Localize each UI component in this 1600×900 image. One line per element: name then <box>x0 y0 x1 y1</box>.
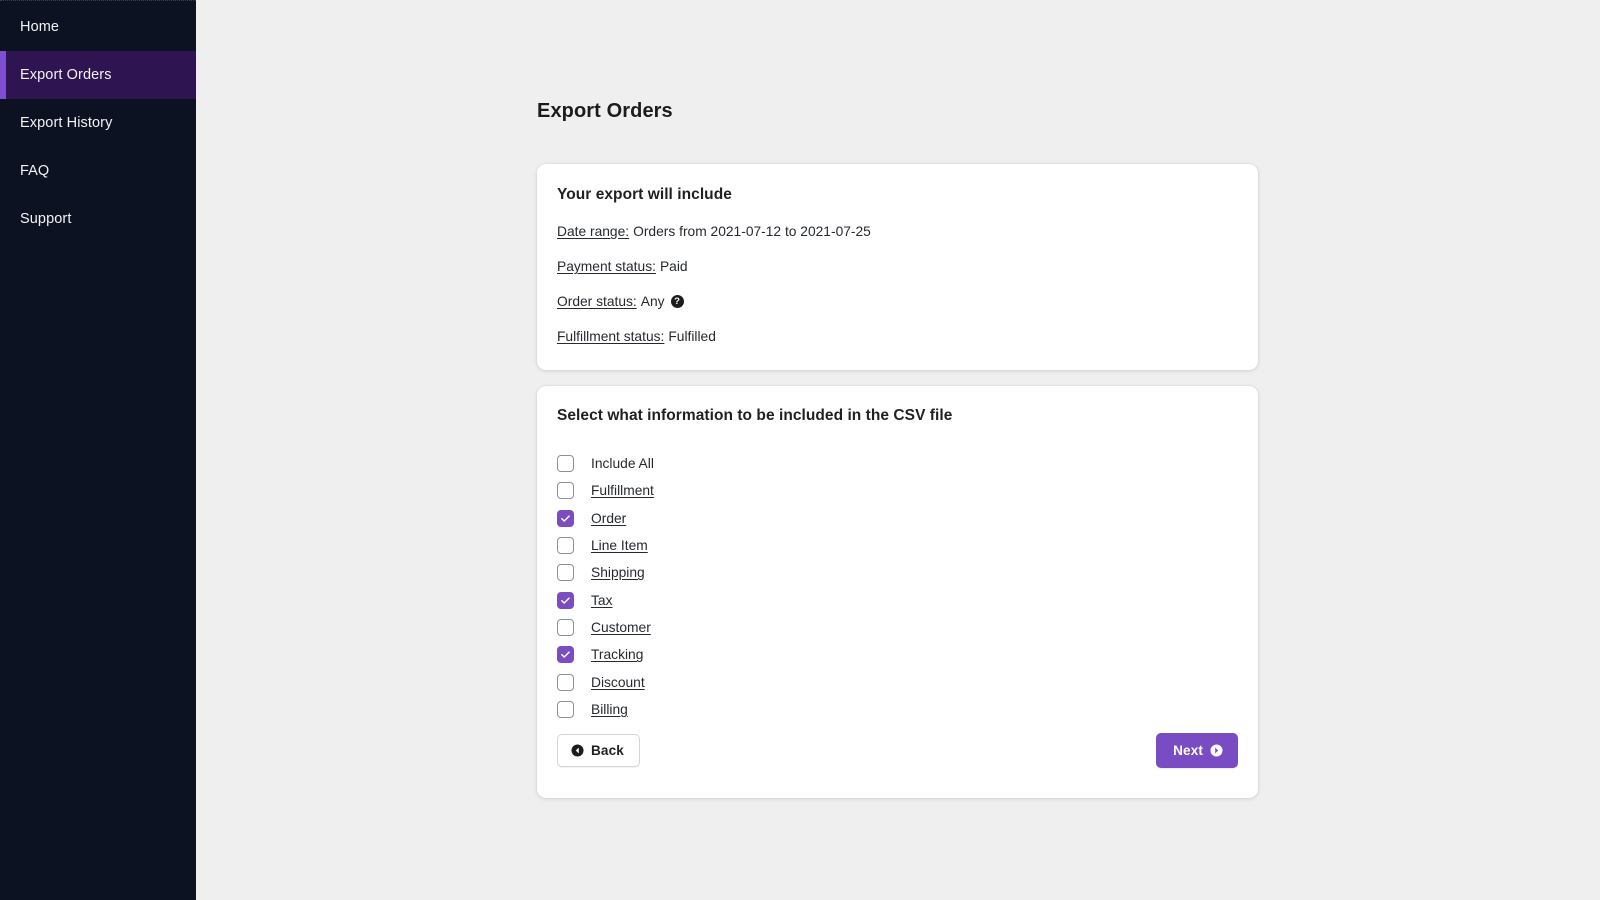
csv-field-row[interactable]: Line Item <box>557 532 1258 559</box>
sidebar-item-label: Export Orders <box>20 67 112 83</box>
next-button[interactable]: Next <box>1156 733 1238 768</box>
app-root: Home Export Orders Export History FAQ Suppor… <box>0 0 1600 900</box>
checkbox-line-item[interactable] <box>557 537 574 554</box>
sidebar-item-export-orders[interactable]: Export Orders <box>0 51 196 99</box>
back-button-label: Back <box>591 743 624 758</box>
checkbox-order[interactable] <box>557 510 574 527</box>
csv-field-label[interactable]: Tracking <box>591 647 643 662</box>
circle-arrow-right-icon <box>1210 744 1223 757</box>
summary-row: Order status:Any? <box>557 293 1258 310</box>
csv-field-row[interactable]: Order <box>557 505 1258 532</box>
csv-field-label[interactable]: Fulfillment <box>591 483 654 498</box>
summary-row-value: Fulfilled <box>668 328 716 345</box>
page-title: Export Orders <box>537 100 673 123</box>
summary-card-title: Your export will include <box>557 186 1258 204</box>
sidebar-item-faq[interactable]: FAQ <box>0 147 196 195</box>
sidebar-item-label: Export History <box>20 115 112 131</box>
csv-field-label[interactable]: Line Item <box>591 538 648 553</box>
checkbox-billing[interactable] <box>557 701 574 718</box>
csv-field-row[interactable]: Tracking <box>557 641 1258 668</box>
checkbox-include-all[interactable] <box>557 455 574 472</box>
summary-row-value: Paid <box>660 258 688 275</box>
summary-row-label: Fulfillment status: <box>557 328 664 345</box>
csv-field-row[interactable]: Shipping <box>557 559 1258 586</box>
summary-row-label: Payment status: <box>557 258 656 275</box>
csv-field-label[interactable]: Customer <box>591 620 651 635</box>
csv-field-row[interactable]: Include All <box>557 450 1258 477</box>
csv-field-row[interactable]: Discount <box>557 668 1258 695</box>
summary-row-label: Date range: <box>557 223 629 240</box>
csv-fields-checkbox-list: Include All Fulfillment Order Line Item Ship… <box>557 450 1258 723</box>
csv-field-label[interactable]: Billing <box>591 702 628 717</box>
main-content: Export Orders Your export will include D… <box>196 0 1600 900</box>
csv-field-row[interactable]: Fulfillment <box>557 477 1258 504</box>
circle-arrow-left-icon <box>571 744 584 757</box>
sidebar-item-home[interactable]: Home <box>0 3 196 51</box>
csv-field-row[interactable]: Customer <box>557 614 1258 641</box>
back-button[interactable]: Back <box>557 734 640 767</box>
sidebar-item-label: Support <box>20 211 72 227</box>
checkbox-shipping[interactable] <box>557 564 574 581</box>
export-summary-card: Your export will include Date range:Orde… <box>537 164 1258 370</box>
sidebar: Home Export Orders Export History FAQ Suppor… <box>0 0 196 900</box>
checkbox-tax[interactable] <box>557 592 574 609</box>
export-summary-list: Date range:Orders from 2021-07-12 to 202… <box>557 223 1258 345</box>
sidebar-item-support[interactable]: Support <box>0 195 196 243</box>
checkbox-customer[interactable] <box>557 619 574 636</box>
summary-row: Payment status:Paid <box>557 258 1258 275</box>
sidebar-item-label: FAQ <box>20 163 49 179</box>
csv-field-label[interactable]: Include All <box>591 456 654 471</box>
summary-row: Fulfillment status:Fulfilled <box>557 328 1258 345</box>
summary-row-value: Orders from 2021-07-12 to 2021-07-25 <box>633 223 871 240</box>
checkbox-discount[interactable] <box>557 674 574 691</box>
csv-field-label[interactable]: Discount <box>591 675 645 690</box>
csv-field-row[interactable]: Tax <box>557 586 1258 613</box>
checkbox-fulfillment[interactable] <box>557 482 574 499</box>
next-button-label: Next <box>1173 743 1203 758</box>
csv-field-label[interactable]: Tax <box>591 593 612 608</box>
csv-fields-card: Select what information to be included i… <box>537 386 1258 798</box>
checkbox-tracking[interactable] <box>557 646 574 663</box>
fields-card-title: Select what information to be included i… <box>557 407 1258 425</box>
sidebar-item-export-history[interactable]: Export History <box>0 99 196 147</box>
help-question-icon[interactable]: ? <box>671 295 684 308</box>
summary-row-label: Order status: <box>557 293 637 310</box>
summary-row: Date range:Orders from 2021-07-12 to 202… <box>557 223 1258 240</box>
summary-row-value: Any <box>641 293 665 310</box>
csv-field-label[interactable]: Shipping <box>591 565 645 580</box>
card-actions: Back Next <box>557 733 1238 768</box>
csv-field-row[interactable]: Billing <box>557 696 1258 723</box>
sidebar-item-label: Home <box>20 19 59 35</box>
csv-field-label[interactable]: Order <box>591 511 626 526</box>
